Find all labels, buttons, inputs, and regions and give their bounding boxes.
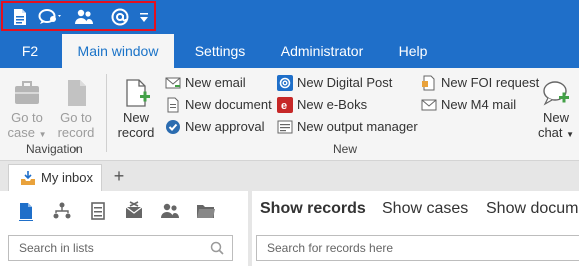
email-icon (165, 77, 181, 89)
mail-tools-icon[interactable] (124, 201, 144, 221)
group-separator (106, 74, 107, 152)
quick-access-toolbar (0, 0, 579, 34)
group-label-navigation: Navigation (26, 142, 83, 156)
output-manager-icon (277, 120, 293, 134)
document-icon (167, 97, 179, 113)
record-icon (68, 80, 86, 106)
go-to-case-button[interactable]: Go to case ▼ (6, 78, 48, 142)
records-icon[interactable] (16, 201, 36, 221)
mail-icon (421, 99, 437, 111)
search-lists-input[interactable] (19, 241, 199, 255)
chevron-down-icon: ▼ (566, 130, 575, 139)
group-label-new: New (333, 142, 358, 156)
new-foi-request-label: New FOI request (441, 75, 540, 90)
go-to-case-line1: Go to (11, 110, 43, 125)
new-chat-line1: New (542, 110, 569, 125)
new-chat-button[interactable]: New chat ▼ (534, 78, 578, 142)
chat-dropdown-icon[interactable] (38, 7, 64, 27)
go-to-record-line1: Go to (60, 110, 92, 125)
tab-settings[interactable]: Settings (188, 34, 252, 68)
tab-main-window[interactable]: Main window (62, 34, 174, 68)
new-output-manager-label: New output manager (297, 119, 418, 134)
new-m4-mail-label: New M4 mail (441, 97, 517, 112)
approval-check-icon (166, 120, 180, 134)
ribbon: Go to case ▼ Go to record ▼ Navigation N… (0, 68, 579, 161)
tab-f2[interactable]: F2 (12, 34, 48, 68)
new-record-line2: record (117, 125, 155, 140)
search-records-field[interactable] (256, 235, 579, 261)
go-to-record-line2: record (57, 125, 95, 140)
search-lists-field[interactable] (8, 235, 233, 261)
new-chat-line2: chat (537, 125, 563, 140)
new-record-line1: New (122, 110, 149, 125)
users-icon[interactable] (74, 7, 94, 27)
dropdown-arrow-icon[interactable] (138, 7, 150, 27)
svg-text:e: e (281, 100, 287, 112)
search-records-input[interactable] (267, 241, 447, 255)
foi-request-icon (422, 75, 435, 91)
tab-show-documents[interactable]: Show docume (486, 200, 579, 218)
tab-show-cases[interactable]: Show cases (382, 200, 468, 218)
hierarchy-icon[interactable] (52, 201, 72, 221)
eboks-icon: e (277, 97, 293, 113)
tab-my-inbox[interactable]: My inbox (8, 164, 102, 191)
contacts-icon[interactable] (160, 201, 180, 221)
folder-icon[interactable] (196, 201, 216, 221)
at-sign-icon[interactable] (110, 7, 130, 27)
go-to-case-line2: case (7, 125, 35, 140)
briefcase-icon (15, 81, 39, 104)
cases-icon[interactable] (88, 201, 108, 221)
new-record-button[interactable]: New record (114, 78, 158, 140)
new-record-icon (126, 79, 150, 107)
document-icon[interactable] (10, 7, 30, 27)
new-approval-label: New approval (185, 119, 265, 134)
tab-my-inbox-label: My inbox (41, 170, 94, 185)
chevron-down-icon: ▼ (38, 130, 47, 139)
new-document-label: New document (185, 97, 272, 112)
new-eboks-label: New e-Boks (297, 97, 368, 112)
new-email-label: New email (185, 75, 246, 90)
add-tab-button[interactable]: + (111, 166, 127, 186)
digital-post-at-icon (277, 75, 293, 91)
new-digital-post-label: New Digital Post (297, 75, 393, 90)
ribbon-tab-bar: F2 Main window Settings Administrator He… (0, 34, 579, 68)
tab-help[interactable]: Help (392, 34, 434, 68)
tab-show-records[interactable]: Show records (260, 200, 366, 218)
new-chat-icon (543, 81, 569, 106)
search-icon[interactable] (210, 241, 224, 255)
inbox-icon (21, 171, 35, 185)
tab-administrator[interactable]: Administrator (276, 34, 368, 68)
